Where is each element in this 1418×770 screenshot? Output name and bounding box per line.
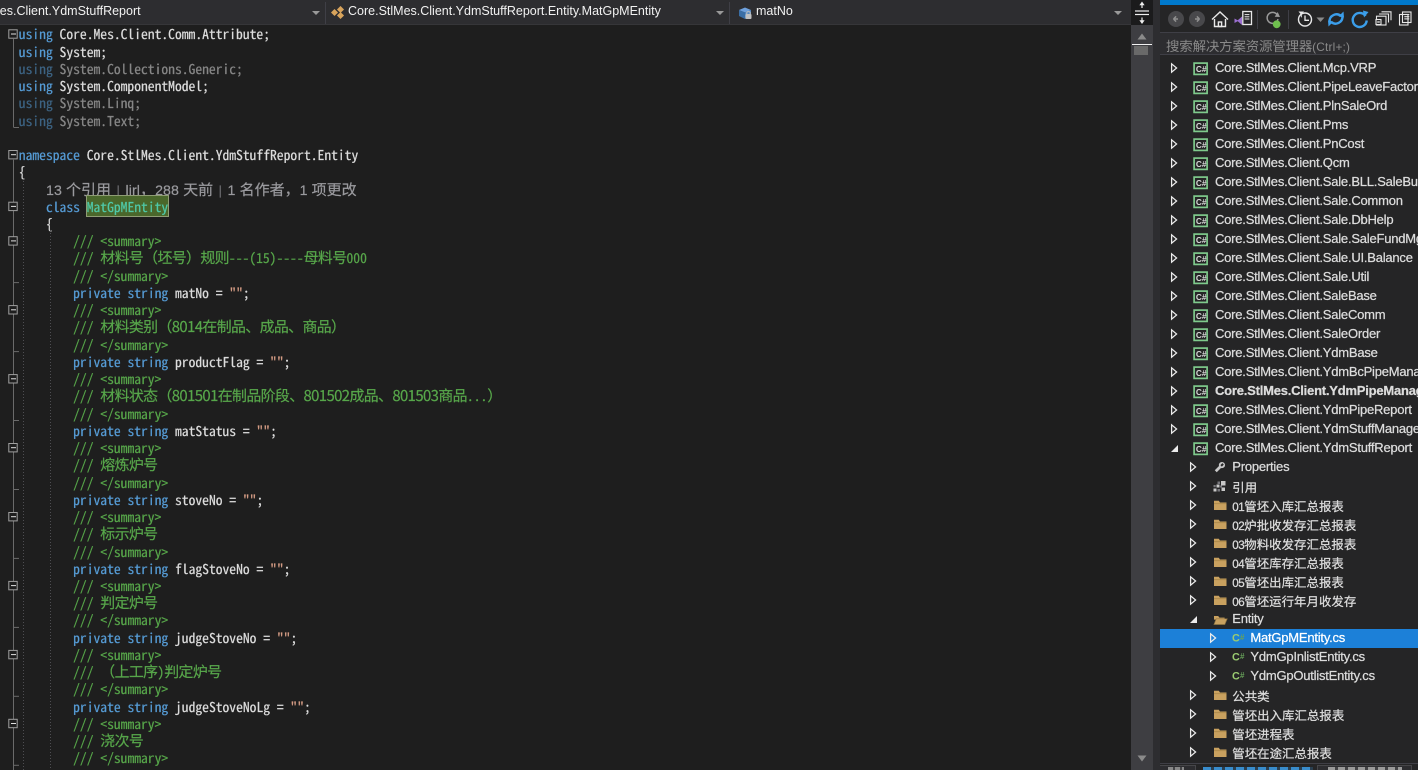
svg-text:C#: C# [1196,349,1207,359]
svg-text:C#: C# [1196,444,1207,454]
svg-text:C#: C# [1196,330,1207,340]
svg-text:C#: C# [1196,387,1207,397]
svg-text:C#: C# [1196,273,1207,283]
svg-text:C#: C# [1196,178,1207,188]
svg-text:C#: C# [1196,197,1207,207]
svg-text:C#: C# [1196,140,1207,150]
svg-text:C#: C# [1196,311,1207,321]
svg-text:C#: C# [1196,216,1207,226]
svg-text:C#: C# [1196,254,1207,264]
svg-text:C#: C# [1196,292,1207,302]
svg-text:#: # [1240,652,1245,661]
svg-text:C: C [1232,671,1240,683]
svg-text:C: C [1232,633,1240,645]
svg-text:C#: C# [1196,159,1207,169]
svg-text:C#: C# [1196,235,1207,245]
svg-text:C#: C# [1196,406,1207,416]
svg-text:#: # [1240,633,1245,642]
svg-text:C#: C# [1196,425,1207,435]
svg-text:#: # [1240,671,1245,680]
svg-text:C#: C# [1196,368,1207,378]
svg-text:C#: C# [1196,102,1207,112]
svg-text:C#: C# [1196,64,1207,74]
svg-text:C: C [1232,652,1240,664]
svg-text:C#: C# [1196,83,1207,93]
svg-text:C#: C# [1196,121,1207,131]
